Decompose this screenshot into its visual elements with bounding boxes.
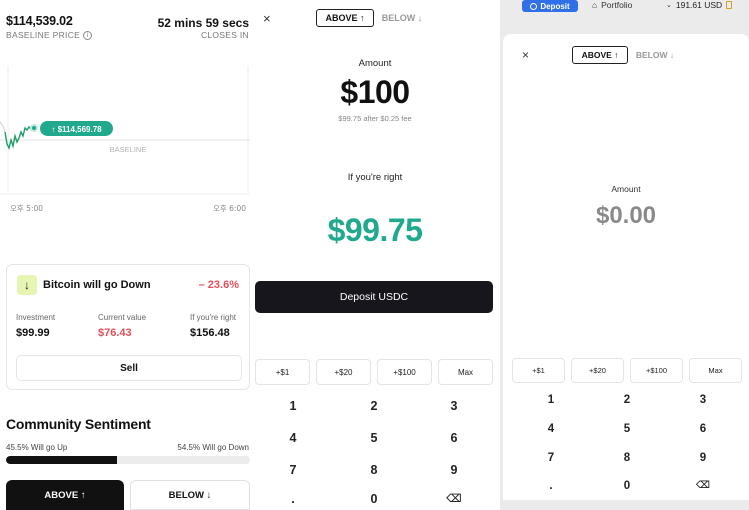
keypad-0[interactable]: 0 [344,492,404,506]
portfolio-label: Portfolio [601,0,633,10]
price-chart: ↑ $114,569.78 BASELINE 오후 5:00 오후 6:00 [0,66,250,213]
keypad-2[interactable]: 2 [344,399,404,413]
payout-value: $99.75 [327,212,423,248]
sell-button[interactable]: Sell [16,355,242,381]
info-icon[interactable]: i [83,30,93,40]
keypad-6[interactable]: 6 [673,423,733,435]
keypad-5[interactable]: 5 [344,431,404,445]
baseline-price-value: $114,539.02 [6,14,73,28]
current-value: $76.43 [98,327,132,339]
toggle-below[interactable]: BELOW ↓ [631,46,679,64]
arrow-down-icon: ↓ [17,275,37,295]
countdown-timer: 52 mins 59 secs [157,16,249,30]
keypad-3[interactable]: 3 [673,394,733,406]
keypad-decimal[interactable]: . [521,480,581,492]
keypad-3[interactable]: 3 [424,399,484,413]
keypad-9[interactable]: 9 [673,452,733,464]
keypad-7[interactable]: 7 [521,452,581,464]
sentiment-bar-fill [6,456,118,464]
trade-ticket-panel: × ABOVE ↑ BELOW ↓ Amount $100 $99.75 aft… [255,0,500,510]
position-change: – 23.6% [198,279,239,291]
chevron-down-icon: ⌄ [666,2,672,9]
baseline-label: BASELINE [110,145,147,154]
keypad-1[interactable]: 1 [521,394,581,406]
deposit-usdc-button[interactable]: Deposit USDC [255,281,493,313]
toggle-above[interactable]: ABOVE ↑ [572,46,628,64]
if-right-label: If you're right [190,313,236,322]
deposit-label: Deposit [540,1,570,11]
keypad-4[interactable]: 4 [521,423,581,435]
deposit-icon [530,2,538,10]
community-sentiment-title: Community Sentiment [6,416,151,432]
axis-time-end: 오후 6:00 [213,204,246,213]
if-right-value: $156.48 [190,327,230,339]
current-value-label: Current value [98,313,147,322]
trade-sheet: × ABOVE ↑ BELOW ↓ Amount $0.00 +$1 +$20 … [503,34,749,500]
position-card: ↓ Bitcoin will go Down – 23.6% Investmen… [6,264,250,390]
quick-add-1-button[interactable]: +$1 [512,358,565,383]
keypad-2[interactable]: 2 [597,394,657,406]
price-live-line [4,125,35,151]
keypad-1[interactable]: 1 [263,399,323,413]
quick-add-20-button[interactable]: +$20 [571,358,624,383]
keypad-4[interactable]: 4 [263,431,323,445]
balance-value: 191.61 USD [675,0,723,10]
amount-label: Amount [611,184,641,194]
backspace-icon[interactable]: ⌫ [673,480,733,491]
quick-add-20-button[interactable]: +$20 [316,359,371,385]
close-icon[interactable]: × [522,48,529,62]
price-history-line [0,121,6,133]
sentiment-bar [6,456,250,464]
sentiment-down-text: 54.5% Will go Down [177,443,249,452]
amount-value[interactable]: $0.00 [503,202,749,230]
keypad-8[interactable]: 8 [597,452,657,464]
if-right-label: If you're right [347,172,403,183]
quick-add-100-button[interactable]: +$100 [377,359,432,385]
investment-value: $99.99 [16,327,50,339]
keypad-6[interactable]: 6 [424,431,484,445]
toggle-below[interactable]: BELOW ↓ [377,9,427,27]
keypad-7[interactable]: 7 [263,463,323,477]
balance-menu[interactable]: ⌄ 191.61 USD [666,0,733,10]
quick-add-1-button[interactable]: +$1 [255,359,310,385]
close-icon[interactable]: × [263,11,271,26]
axis-time-start: 오후 5:00 [10,204,43,213]
trade-ticket-empty-panel: Deposit ⌂ Portfolio ⌄ 191.61 USD × ABOVE… [500,0,749,510]
countdown-label: CLOSES IN [200,30,249,40]
deposit-button[interactable]: Deposit [522,0,578,12]
quick-max-button[interactable]: Max [438,359,493,385]
position-title: Bitcoin will go Down [43,279,151,291]
market-detail-panel: $114,539.02 BASELINE PRICE i 52 mins 59 … [0,0,255,510]
briefcase-icon: ⌂ [592,0,598,10]
keypad-5[interactable]: 5 [597,423,657,435]
above-button[interactable]: ABOVE ↑ [6,480,124,510]
keypad-decimal[interactable]: . [263,492,323,506]
backspace-icon[interactable]: ⌫ [424,492,484,505]
below-button[interactable]: BELOW ↓ [130,480,250,510]
investment-label: Investment [16,313,56,322]
portfolio-link[interactable]: ⌂ Portfolio [592,0,632,10]
amount-label: Amount [358,58,392,69]
amount-value[interactable]: $100 [255,74,495,111]
keypad-9[interactable]: 9 [424,463,484,477]
baseline-price-label-text: BASELINE PRICE [6,30,81,40]
keypad-8[interactable]: 8 [344,463,404,477]
wallet-icon [726,1,733,9]
fee-note: $99.75 after $0.25 fee [338,114,412,123]
baseline-price-label: BASELINE PRICE i [6,30,93,40]
toggle-above[interactable]: ABOVE ↑ [316,9,374,27]
sentiment-up-text: 45.5% Will go Up [6,443,68,452]
quick-max-button[interactable]: Max [689,358,742,383]
price-tag: ↑ $114,569.78 [51,125,102,134]
keypad-0[interactable]: 0 [597,480,657,492]
quick-add-100-button[interactable]: +$100 [630,358,683,383]
